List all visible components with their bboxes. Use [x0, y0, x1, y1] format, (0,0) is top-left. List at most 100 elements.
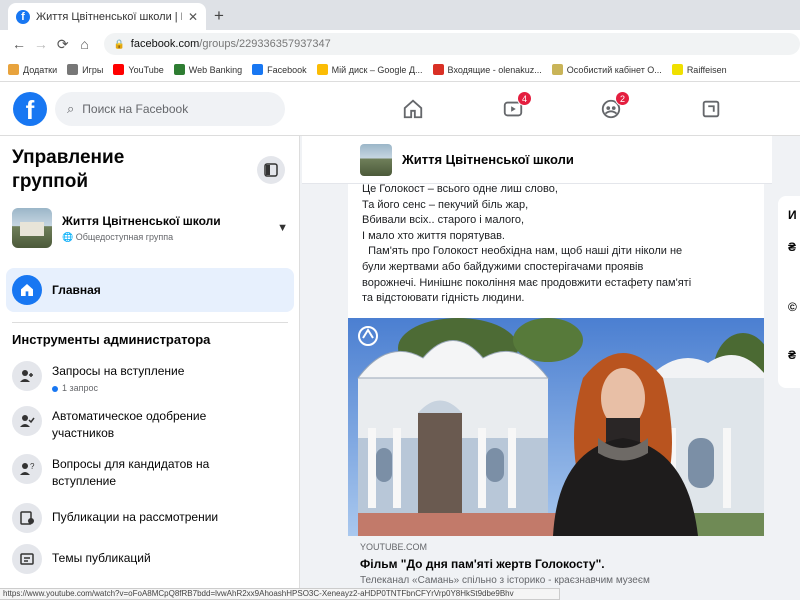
group-selector[interactable]: Життя Цвітненської школи 🌐 Общедоступная…	[12, 208, 288, 248]
sidebar-item-post-topics[interactable]: Темы публикаций	[12, 544, 292, 574]
video-thumbnail-image	[348, 318, 764, 536]
bookmark-item[interactable]: Особистий кабінет О...	[551, 64, 662, 75]
sidebar-item-pending-posts[interactable]: Публикации на рассмотрении	[12, 503, 292, 533]
pending-posts-icon	[12, 503, 42, 533]
bookmark-icon	[67, 64, 79, 75]
link-preview[interactable]: YOUTUBE.COM Фільм "До дня пам'яті жертв …	[348, 536, 764, 588]
post-text-line: Вбивали всіх.. старого і малого,	[362, 214, 525, 227]
group-privacy: 🌐 Общедоступная группа	[62, 231, 174, 242]
svg-text:?: ?	[30, 462, 35, 471]
facebook-header: f ⌕ Поиск на Facebook 4 2	[0, 82, 800, 136]
group-avatar	[12, 208, 52, 248]
bookmark-icon	[432, 64, 444, 75]
bookmark-icon	[113, 64, 125, 75]
url-host: facebook.com	[130, 38, 200, 50]
home-icon	[12, 275, 42, 305]
bookmark-item[interactable]: Игры	[67, 64, 103, 75]
lock-icon: 🔒	[113, 38, 125, 49]
reload-icon[interactable]: ⟳	[52, 36, 74, 53]
sidebar-item-label: Автоматическое одобрение участников	[52, 409, 207, 440]
facebook-search-input[interactable]: ⌕ Поиск на Facebook	[55, 92, 285, 126]
facebook-logo-icon[interactable]: f	[13, 92, 47, 126]
admin-sidebar: Управление группой Життя Цвітненської шк…	[0, 136, 300, 588]
search-placeholder: Поиск на Facebook	[82, 102, 189, 116]
sidebar-item-join-requests[interactable]: Запросы на вступление 1 запрос	[12, 361, 292, 397]
bookmark-label: Мій диск – Google Д...	[331, 64, 423, 75]
right-card-letter: ₴	[788, 240, 797, 254]
sidebar-item-membership-questions[interactable]: ? Вопросы для кандидатов на вступление	[12, 454, 292, 490]
bookmark-label: Додатки	[23, 64, 58, 75]
caret-down-icon[interactable]: ▼	[277, 222, 288, 234]
right-card-letter: ©	[788, 300, 797, 314]
back-arrow-icon[interactable]: ←	[8, 36, 30, 52]
sidebar-title: Управление группой	[12, 147, 125, 192]
bookmark-icon	[173, 64, 185, 75]
bookmark-label: Особистий кабінет О...	[566, 64, 662, 75]
sidebar-item-label: Темы публикаций	[52, 551, 151, 565]
nav-watch-icon[interactable]: 4	[500, 91, 532, 122]
post-text-line: та відстоювати гідність людини.	[362, 292, 525, 305]
group-sticky-header[interactable]: Життя Цвітненської школи	[302, 136, 772, 184]
group-avatar	[360, 143, 392, 176]
nav-gaming-icon[interactable]	[698, 96, 724, 122]
browser-toolbar: ← → ⟳ ⌂ 🔒 facebook.com/groups/2293363579…	[0, 30, 800, 58]
bookmark-item[interactable]: Facebook	[252, 64, 307, 75]
bookmark-label: Игры	[82, 64, 104, 75]
post-text-line: були жертвами або байдужими спостерігача…	[362, 260, 644, 273]
right-card-letter: И	[788, 208, 797, 222]
close-tab-icon[interactable]: ✕	[188, 10, 198, 24]
bookmark-icon	[8, 64, 19, 75]
bookmark-item[interactable]: Мій диск – Google Д...	[316, 64, 423, 75]
sidebar-item-auto-approve[interactable]: Автоматическое одобрение участников	[12, 406, 292, 442]
browser-status-bar: https://www.youtube.com/watch?v=oFoA8MCp…	[0, 588, 560, 600]
bookmark-icon	[316, 64, 328, 75]
link-domain: YOUTUBE.COM	[360, 542, 428, 552]
group-name: Життя Цвітненської школи	[62, 213, 221, 228]
bookmark-label: Входящие - olenakuz...	[447, 64, 542, 75]
globe-icon: 🌐	[62, 231, 74, 242]
sidebar-item-label: Главная	[52, 283, 101, 297]
bookmark-icon	[671, 64, 683, 75]
post-text-line: Та його сенс – пекучий біль жар,	[362, 198, 529, 211]
post-text-line: Це Голокост – всього одне лиш слово,	[362, 183, 558, 195]
nav-groups-icon[interactable]: 2	[598, 91, 630, 122]
post-text: Це Голокост – всього одне лиш слово, Та …	[362, 182, 758, 307]
new-tab-button[interactable]: +	[214, 6, 224, 26]
question-icon: ?	[12, 454, 42, 484]
bookmark-item[interactable]: Web Banking	[173, 64, 243, 75]
sidebar-divider	[12, 322, 288, 323]
nav-home-icon[interactable]	[400, 96, 426, 122]
sidebar-item-label: Запросы на вступление	[52, 364, 185, 378]
post-text-line: Пам'ять про Голокост необхідна нам, щоб …	[362, 245, 683, 258]
link-description: Телеканал «Самань» спільно з історико - …	[360, 575, 650, 586]
video-thumbnail[interactable]	[348, 318, 764, 536]
address-bar[interactable]: 🔒 facebook.com/groups/229336357937347	[103, 33, 800, 55]
forward-arrow-icon[interactable]: →	[30, 36, 52, 52]
bookmark-item[interactable]: YouTube	[113, 64, 164, 75]
user-check-icon	[12, 406, 42, 436]
browser-tab-bar: f Життя Цвітненської школи | Facebook ✕ …	[0, 0, 800, 30]
post-text-line: І мало хто життя порятував.	[362, 229, 505, 242]
home-icon[interactable]: ⌂	[74, 36, 96, 52]
sidebar-item-label: Вопросы для кандидатов на вступление	[52, 457, 210, 488]
groups-badge: 2	[615, 91, 630, 106]
user-add-icon	[12, 361, 42, 391]
topics-icon	[12, 544, 42, 574]
browser-tab[interactable]: f Життя Цвітненської школи | Facebook ✕	[8, 3, 206, 30]
right-info-card: И ₴ © ₴	[778, 196, 800, 388]
bookmark-item[interactable]: Входящие - olenakuz...	[432, 64, 542, 75]
sticky-group-name: Життя Цвітненської школи	[402, 152, 574, 167]
bookmark-item[interactable]: Raiffeisen	[671, 64, 727, 75]
right-card-letter: ₴	[788, 348, 797, 362]
link-title[interactable]: Фільм "До дня пам'яті жертв Голокосту".	[360, 557, 752, 571]
bookmarks-bar: Додатки Игры YouTube Web Banking Facebook Мій…	[0, 58, 800, 82]
bookmark-label: Web Banking	[188, 64, 243, 75]
bookmark-item[interactable]: Додатки	[8, 64, 57, 75]
search-icon: ⌕	[67, 101, 75, 116]
post-text-line: ворожнечі. Нинішнє покоління має продовж…	[362, 276, 692, 289]
watch-badge: 4	[517, 91, 532, 106]
bookmark-icon	[252, 64, 264, 75]
tab-title: Життя Цвітненської школи | Facebook	[36, 10, 182, 23]
sidebar-item-home[interactable]: Главная	[6, 268, 294, 312]
collapse-sidebar-button[interactable]	[257, 156, 285, 184]
